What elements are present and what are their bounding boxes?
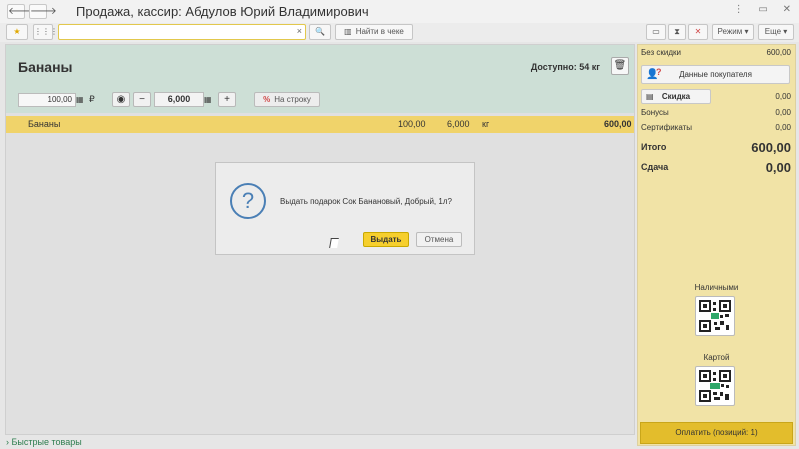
chevron-right-icon: › [6,437,9,447]
table-row[interactable]: Бананы 100,00 6,000 кг 600,00 [6,116,634,133]
percent-icon: % [263,95,271,104]
to-row-label: На строку [274,95,311,104]
more-button[interactable]: Еще ▾ [758,24,794,40]
maximize-icon[interactable]: ▭ [758,4,767,15]
clear-icon[interactable]: × [297,26,302,36]
item-sum: 600,00 [604,119,632,129]
discount-to-row-button[interactable]: % На строку [254,92,320,107]
quick-goods-toggle[interactable]: › Быстрые товары [6,437,82,447]
buyer-data-label: Данные покупателя [679,70,752,79]
cancel-receipt-button[interactable]: ✕ [688,24,708,40]
cancel-button[interactable]: Отмена [416,232,462,247]
grid-button[interactable]: ⋮⋮⋮ [33,24,58,40]
pay-button[interactable]: Оплатить (позиций: 1) [640,422,793,444]
search-input[interactable]: × [58,24,306,40]
search-icon: 🔍 [315,27,325,36]
title-bar: 🡐 🡒 Продажа, кассир: Абдулов Юрий Владим… [0,0,799,23]
calculator-icon[interactable]: ▦ [204,93,215,107]
grid-icon: ⋮⋮⋮ [34,27,58,36]
discount-row: 0,00 [641,92,791,104]
total-label: Итого [641,142,667,152]
window-controls: ⋮ ▭ ✕ [722,4,791,15]
more-vert-icon[interactable]: ⋮ [734,4,744,15]
more-label: Еще [764,27,782,36]
summary-panel: Без скидки 600,00 👤 ? Данные покупателя … [637,44,796,446]
no-discount-label: Без скидки [641,48,682,57]
arrow-right-icon: 🡒 [30,6,57,17]
item-price: 100,00 [398,119,426,129]
product-header: Бананы Доступно: 54 кг 🗑 100,00 ▦ ₽ ◉ − … [6,45,634,113]
card-label: Картой [703,353,730,362]
search-button[interactable]: 🔍 [309,24,331,40]
discount-value: 0,00 [775,92,791,101]
toolbar: ★ ⋮⋮⋮ × 🔍 ▥ Найти в чеке ▭ ⧗ ✕ Режим ▾ Ещ… [0,23,799,42]
close-icon[interactable]: ✕ [783,4,791,15]
quick-goods-label: Быстрые товары [11,437,82,447]
cash-label: Наличными [694,283,739,292]
total-value: 600,00 [751,140,791,155]
item-unit: кг [482,119,490,129]
change-row: Сдача 0,00 [641,160,791,178]
barcode-icon: ▥ [344,27,352,36]
currency-symbol: ₽ [89,94,95,104]
card-payment-qr[interactable] [695,366,735,406]
hourglass-button[interactable]: ⧗ [668,24,686,40]
window-title: Продажа, кассир: Абдулов Юрий Владимиров… [76,4,369,19]
find-in-receipt-button[interactable]: ▥ Найти в чеке [335,24,413,40]
question-icon: ? [230,183,266,219]
certificates-label: Сертификаты [641,123,693,132]
decrease-button[interactable]: − [133,92,151,107]
close-icon: ✕ [694,27,702,36]
no-discount-value: 600,00 [766,48,791,57]
issue-gift-button[interactable]: Выдать [363,232,409,247]
delete-button[interactable]: 🗑 [611,57,629,75]
trash-icon: 🗑 [613,60,627,71]
certificates-row: Сертификаты 0,00 [641,123,791,135]
gift-dialog: ? Выдать подарок Сок Банановый, Добрый, … [215,162,475,255]
quantity-input[interactable]: 6,000 [154,92,204,107]
item-qty: 6,000 [447,119,470,129]
mode-button[interactable]: Режим ▾ [712,24,754,40]
product-name: Бананы [18,59,73,75]
cash-payment-qr[interactable] [695,296,735,336]
buyer-data-button[interactable]: 👤 ? Данные покупателя [641,65,790,84]
favorites-button[interactable]: ★ [6,24,28,40]
price-input[interactable]: 100,00 [18,93,76,107]
item-name: Бананы [28,119,61,129]
qr-code-icon [699,300,731,332]
forward-button[interactable]: 🡒 [29,4,57,19]
buyer-question-mark: ? [656,67,662,77]
hourglass-icon: ⧗ [674,27,680,36]
increase-button[interactable]: + [218,92,236,107]
view-button[interactable]: ◉ [112,92,130,107]
chevron-down-icon: ▾ [744,27,749,36]
star-icon: ★ [13,27,21,36]
back-button[interactable]: 🡐 [7,4,35,19]
calculator-icon[interactable]: ▦ [76,93,87,107]
find-in-receipt-label: Найти в чеке [355,27,404,36]
dialog-message: Выдать подарок Сок Банановый, Добрый, 1л… [280,197,452,206]
bonus-row: Бонусы 0,00 [641,108,791,120]
chevron-down-icon: ▾ [783,27,788,36]
bonus-label: Бонусы [641,108,669,117]
message-button[interactable]: ▭ [646,24,666,40]
mode-label: Режим [717,27,743,36]
eye-icon: ◉ [116,94,126,105]
certificates-value: 0,00 [775,123,791,132]
qr-code-icon [699,370,731,402]
message-icon: ▭ [652,27,660,36]
no-discount-row: Без скидки 600,00 [641,48,791,60]
bonus-value: 0,00 [775,108,791,117]
total-row: Итого 600,00 [641,140,791,158]
change-value: 0,00 [765,160,791,175]
available-stock: Доступно: 54 кг [530,62,600,72]
change-label: Сдача [641,162,669,172]
